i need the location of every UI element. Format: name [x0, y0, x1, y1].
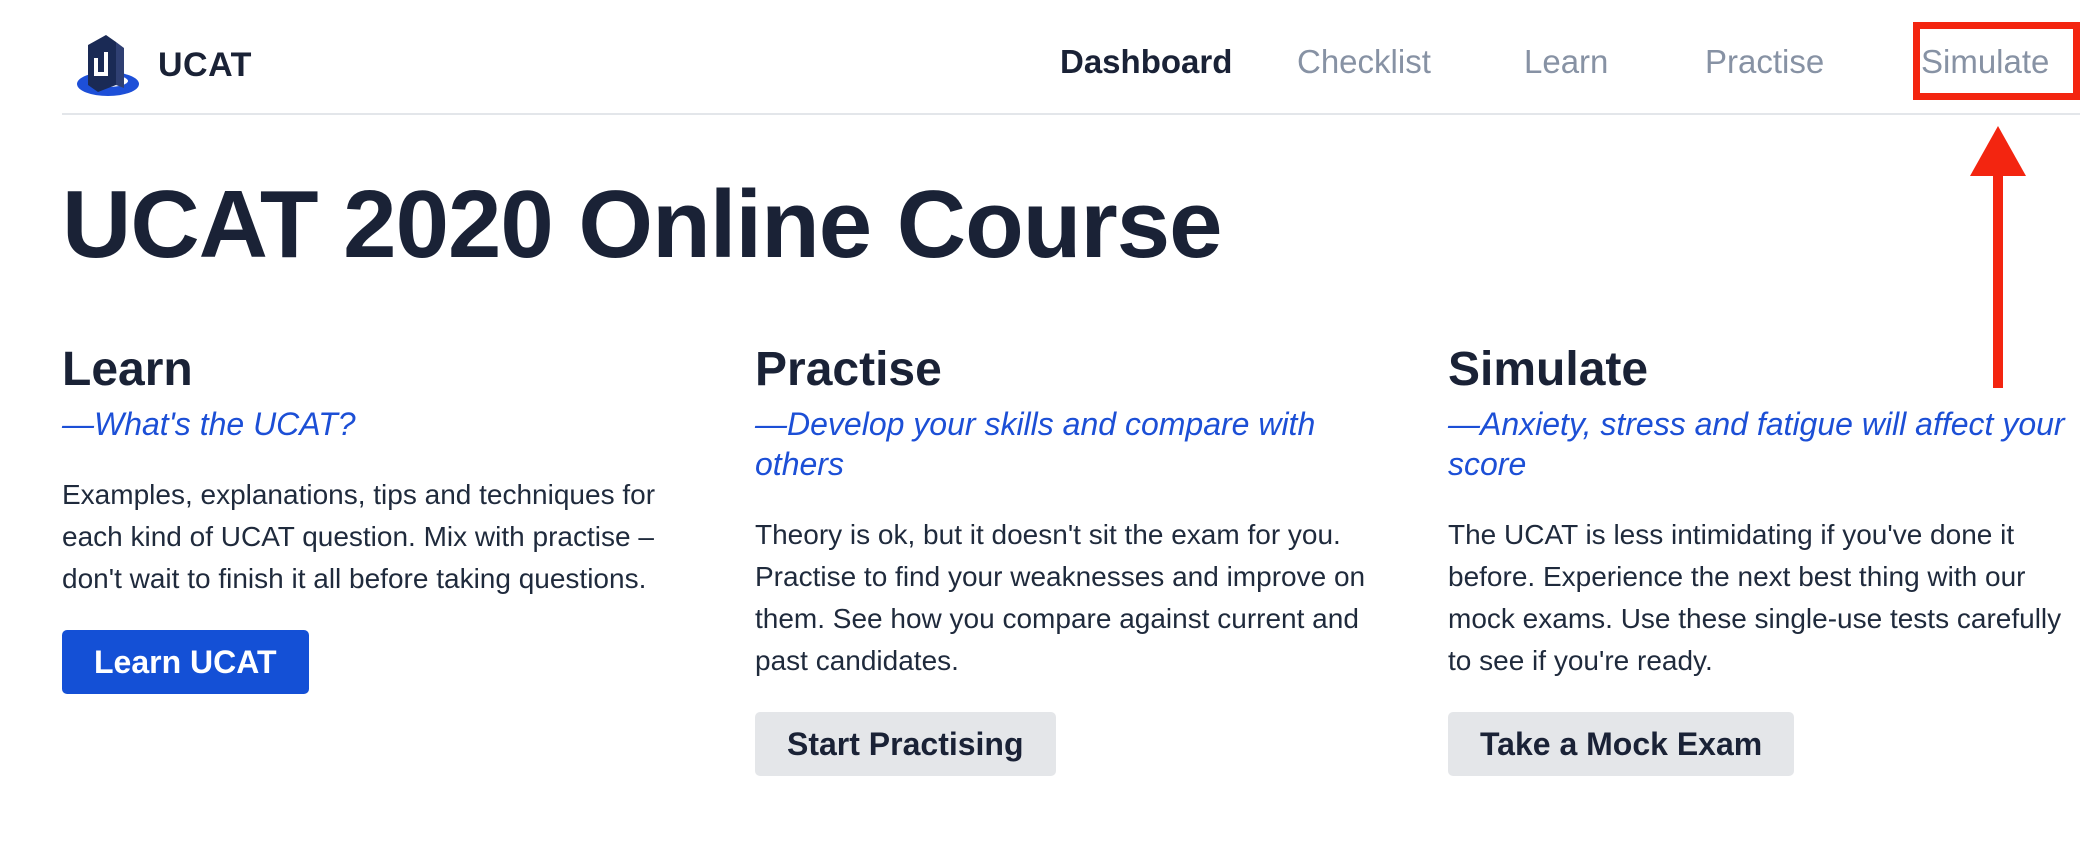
section-heading: Practise [755, 343, 942, 396]
section-subheading: —Anxiety, stress and fatigue will affect… [1448, 406, 2065, 482]
learn-section: Learn —What's the UCAT? Examples, explan… [62, 340, 682, 694]
section-subheading: —Develop your skills and compare with ot… [755, 406, 1316, 482]
section-description: Theory is ok, but it doesn't sit the exa… [755, 519, 1366, 676]
start-practising-button[interactable]: Start Practising [755, 712, 1056, 776]
brand-name: UCAT [158, 45, 252, 84]
section-subheading: —What's the UCAT? [62, 406, 356, 442]
section-description: Examples, explanations, tips and techniq… [62, 479, 656, 594]
take-mock-exam-button[interactable]: Take a Mock Exam [1448, 712, 1795, 776]
ucat-logo-icon [77, 35, 139, 96]
annotation-highlight-box [1913, 22, 2080, 100]
brand[interactable]: UCAT [74, 30, 252, 100]
section-description: The UCAT is less intimidating if you've … [1448, 519, 2062, 676]
nav-practise[interactable]: Practise [1705, 43, 1824, 81]
nav-checklist[interactable]: Checklist [1297, 43, 1431, 81]
top-header: UCAT Dashboard Checklist Learn Practise … [62, 0, 2080, 115]
nav-dashboard[interactable]: Dashboard [1060, 43, 1232, 81]
page-title: UCAT 2020 Online Course [62, 171, 1223, 278]
nav-learn[interactable]: Learn [1524, 43, 1608, 81]
learn-ucat-button[interactable]: Learn UCAT [62, 630, 309, 694]
simulate-section: Simulate —Anxiety, stress and fatigue wi… [1448, 340, 2068, 776]
section-heading: Learn [62, 343, 193, 396]
practise-section: Practise —Develop your skills and compar… [755, 340, 1375, 776]
section-heading: Simulate [1448, 343, 1649, 396]
